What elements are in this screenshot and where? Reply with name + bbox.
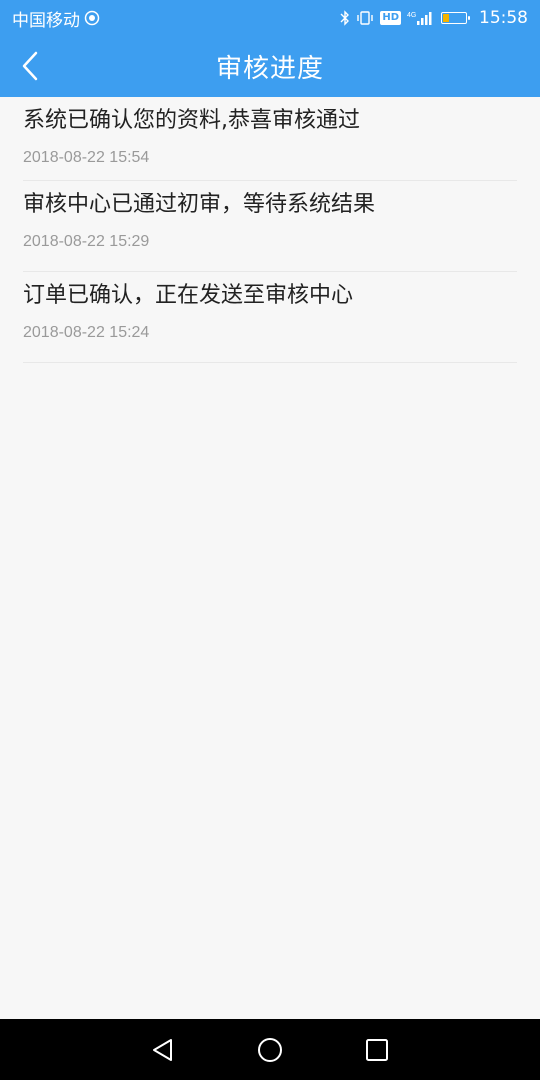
progress-list: 系统已确认您的资料,恭喜审核通过 2018-08-22 15:54 审核中心已通…: [0, 97, 540, 363]
progress-time: 2018-08-22 15:54: [23, 149, 150, 166]
square-recents-icon: [365, 1038, 388, 1061]
carrier-logo-icon: [84, 10, 100, 26]
system-navigation-bar: [0, 1019, 540, 1080]
list-item: 系统已确认您的资料,恭喜审核通过 2018-08-22 15:54: [23, 97, 517, 181]
progress-title: 订单已确认，正在发送至审核中心: [23, 283, 354, 308]
status-right: HD 4G 15:58: [340, 8, 528, 28]
hd-badge: HD: [380, 11, 401, 25]
triangle-back-icon: [153, 1038, 173, 1061]
battery-icon: [441, 12, 470, 24]
carrier-label: 中国移动: [12, 10, 80, 31]
progress-time: 2018-08-22 15:29: [23, 233, 150, 250]
system-home-button[interactable]: [250, 1030, 290, 1070]
system-back-button[interactable]: [143, 1030, 183, 1070]
page-title: 审核进度: [215, 54, 324, 84]
progress-title: 审核中心已通过初审，等待系统结果: [23, 192, 376, 217]
status-left: 中国移动: [12, 6, 100, 31]
vibrate-icon: [356, 10, 374, 26]
bluetooth-icon: [340, 10, 350, 26]
network-label: 4G: [407, 12, 416, 19]
list-item: 订单已确认，正在发送至审核中心 2018-08-22 15:24: [23, 272, 517, 363]
system-recents-button[interactable]: [357, 1030, 397, 1070]
progress-time: 2018-08-22 15:24: [23, 324, 150, 341]
progress-title: 系统已确认您的资料,恭喜审核通过: [23, 108, 360, 133]
status-bar: 中国移动 HD 4G 15:58: [0, 0, 540, 36]
list-item: 审核中心已通过初审，等待系统结果 2018-08-22 15:29: [23, 181, 517, 272]
back-button[interactable]: [10, 46, 50, 86]
circle-home-icon: [257, 1037, 282, 1062]
back-arrow-icon: [22, 51, 38, 81]
clock-label: 15:58: [479, 8, 528, 28]
nav-bar: 审核进度: [0, 36, 540, 97]
signal-icon: 4G: [407, 10, 435, 26]
